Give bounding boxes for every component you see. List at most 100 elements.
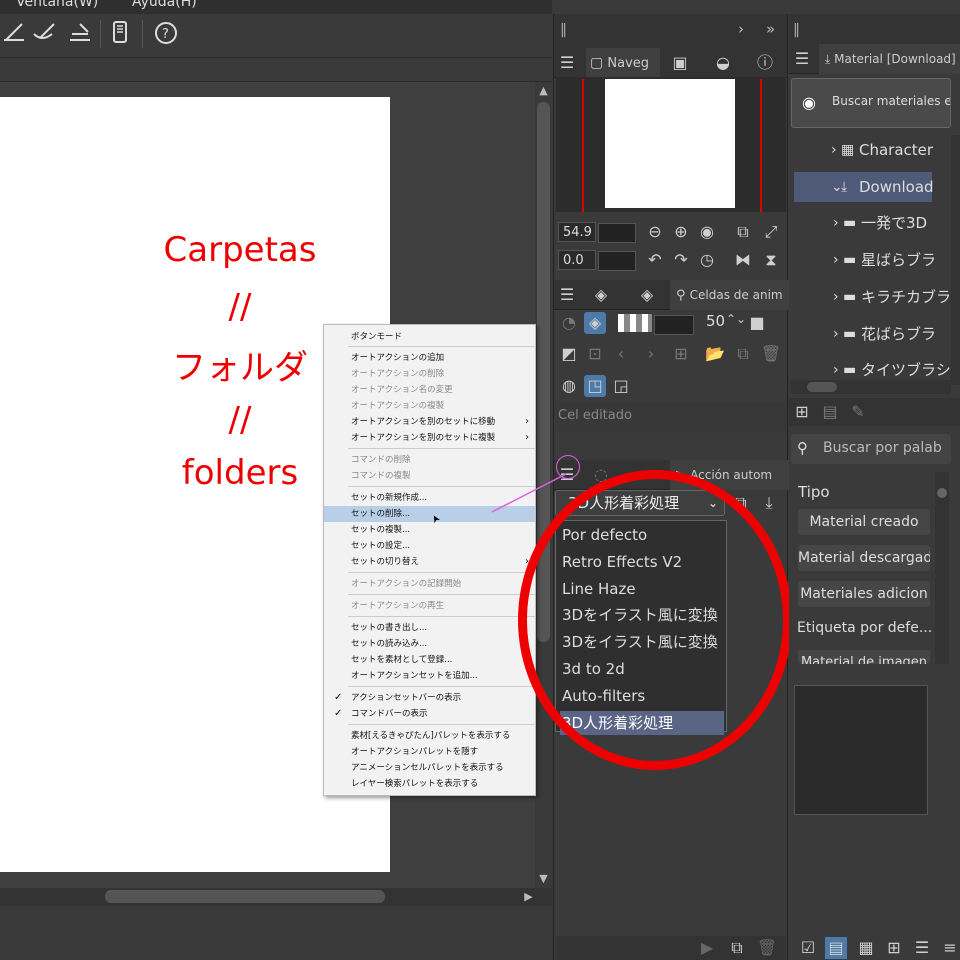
- stop-icon[interactable]: ◉: [696, 221, 718, 243]
- chevron-right-icon[interactable]: ›: [738, 20, 744, 38]
- chevron-right-icon[interactable]: ›: [833, 245, 839, 275]
- device-icon[interactable]: [106, 20, 134, 48]
- context-menu-item[interactable]: 素材[えるきゃぴたん]パレットを表示する: [324, 728, 535, 744]
- list-view-icon[interactable]: ☰: [911, 937, 933, 959]
- context-menu-item[interactable]: アクションセットバーの表示 ✓: [324, 690, 535, 706]
- arrow-left-icon[interactable]: ‹: [610, 343, 632, 365]
- context-menu-item[interactable]: ボタンモード: [324, 329, 535, 345]
- chevron-right-icon[interactable]: ›: [833, 208, 839, 238]
- reference-icon[interactable]: ◩: [558, 343, 580, 365]
- reset-rotation-icon[interactable]: ◷: [696, 249, 718, 271]
- register-icon[interactable]: ◲: [610, 375, 632, 397]
- layer-tab-icon[interactable]: ◈: [590, 284, 612, 306]
- fit-icon[interactable]: ⧉: [732, 221, 754, 243]
- filter-scroll-thumb[interactable]: [937, 488, 947, 498]
- filter-scrollbar[interactable]: [935, 472, 949, 664]
- zoom-out-icon[interactable]: ⊖: [644, 221, 666, 243]
- new-folder-icon[interactable]: ⊞: [791, 401, 813, 423]
- context-menu-item[interactable]: オートアクションを別のセットに移動 ›: [324, 414, 535, 430]
- play-icon[interactable]: ▶: [696, 937, 718, 959]
- tab-cels[interactable]: ⚲ Celdas de anim: [670, 280, 793, 310]
- material-tree-item[interactable]: › ▬ 花ばらブラ: [791, 319, 951, 349]
- angle-field[interactable]: 0.0: [558, 250, 596, 270]
- onion-icon[interactable]: ◍: [558, 375, 580, 397]
- material-tree-item[interactable]: › ▬ 星ばらブラ: [791, 245, 951, 275]
- tree-scrollbar[interactable]: [951, 135, 960, 385]
- menu-ayuda[interactable]: Ayuda(H): [132, 0, 197, 10]
- new-cel-icon[interactable]: ⊞: [670, 343, 692, 365]
- material-type-button[interactable]: Material descargad: [798, 545, 930, 571]
- detail-view-icon[interactable]: ▤: [825, 937, 847, 959]
- chevron-right-icon[interactable]: ›: [833, 319, 839, 349]
- context-menu-item[interactable]: オートアクションの記録開始: [324, 576, 535, 592]
- grip-icon[interactable]: ‖: [793, 22, 800, 38]
- context-menu-item[interactable]: オートアクションの削除: [324, 366, 535, 382]
- folder-open-icon[interactable]: 📂: [704, 343, 726, 365]
- material-tree-item[interactable]: › ▬ 一発で3D: [791, 208, 951, 238]
- material-search-input[interactable]: ⚲ Buscar por palab: [791, 434, 951, 464]
- download-set-icon[interactable]: ⤓: [758, 492, 780, 514]
- timer-icon[interactable]: ◔: [558, 312, 580, 334]
- menu-icon[interactable]: ☰: [556, 284, 578, 306]
- flip-horizontal-icon[interactable]: ⧓: [732, 249, 754, 271]
- opacity-stepper-icon[interactable]: ⌃⌄: [726, 312, 746, 326]
- scroll-right-icon[interactable]: ▶: [522, 890, 535, 903]
- material-type-button[interactable]: Materiales adicion: [798, 581, 930, 607]
- tab-material[interactable]: ⤓ Material [Download]: [819, 44, 960, 74]
- copy-cel-icon[interactable]: ⧉: [732, 343, 754, 365]
- context-menu-item[interactable]: セットの複製...: [324, 522, 535, 538]
- chevron-right-icon[interactable]: ›: [831, 135, 837, 165]
- color-square-icon[interactable]: ■: [746, 312, 768, 334]
- light-table-icon[interactable]: ◳: [584, 375, 606, 397]
- layer-stack-icon[interactable]: ◈: [584, 312, 606, 334]
- opacity-slider[interactable]: [654, 315, 694, 335]
- context-menu-item[interactable]: セットの設定...: [324, 538, 535, 554]
- ruler-icon[interactable]: [0, 20, 28, 48]
- material-type-button[interactable]: Material creado: [798, 509, 930, 535]
- layer-property-icon[interactable]: ◒: [712, 52, 734, 74]
- rotate-left-icon[interactable]: ↶: [644, 249, 666, 271]
- context-menu-item[interactable]: アニメーションセルパレットを表示する: [324, 760, 535, 776]
- menu-icon[interactable]: ☰: [556, 52, 578, 74]
- scroll-down-icon[interactable]: ▼: [537, 872, 550, 885]
- scroll-up-icon[interactable]: ▲: [537, 84, 550, 97]
- material-tree-item[interactable]: › ▦ Character: [791, 135, 951, 165]
- rotate-right-icon[interactable]: ↷: [670, 249, 692, 271]
- chevron-right-icon[interactable]: ›: [833, 282, 839, 312]
- sort-icon[interactable]: ≡: [939, 937, 960, 959]
- zoom-field[interactable]: 54.9: [558, 222, 596, 242]
- material-tree-item[interactable]: › ▬ キラチカブラ: [791, 282, 951, 312]
- perspective-ruler-icon[interactable]: [30, 20, 58, 48]
- new-action-icon[interactable]: ⧉: [726, 937, 748, 959]
- double-chevron-right-icon[interactable]: »: [766, 20, 775, 38]
- context-menu-item[interactable]: セットの切り替え ›: [324, 554, 535, 570]
- lock-icon[interactable]: ⊡: [584, 343, 606, 365]
- tree-hscrollbar[interactable]: [791, 380, 951, 394]
- folder-settings-icon[interactable]: ▤: [819, 401, 841, 423]
- grid-small-icon[interactable]: ⊞: [883, 937, 905, 959]
- material-tree-item[interactable]: ⌄ ⤓ Download: [794, 171, 934, 202]
- context-menu-item[interactable]: オートアクションを別のセットに複製 ›: [324, 430, 535, 446]
- context-menu-item[interactable]: オートアクションの再生: [324, 598, 535, 614]
- tag-button-partial[interactable]: Material de imagen: [798, 650, 930, 664]
- sub-view-icon[interactable]: ▣: [669, 52, 691, 74]
- delete-cel-icon[interactable]: 🗑: [760, 343, 782, 365]
- grid-large-icon[interactable]: ▦: [855, 937, 877, 959]
- zoom-in-icon[interactable]: ⊕: [670, 221, 692, 243]
- context-menu-item[interactable]: オートアクションパレットを隠す: [324, 744, 535, 760]
- menu-icon[interactable]: ☰: [791, 48, 813, 70]
- help-icon[interactable]: ?: [152, 20, 180, 48]
- context-menu-item[interactable]: オートアクションの複製: [324, 398, 535, 414]
- context-menu-item[interactable]: セットを素材として登録...: [324, 652, 535, 668]
- tab-navigator[interactable]: ▢ Naveg: [586, 48, 660, 78]
- search-assets-button[interactable]: ◉ Buscar materiales en A: [791, 78, 951, 128]
- tree-hscroll-thumb[interactable]: [807, 382, 837, 392]
- context-menu-item[interactable]: コマンドバーの表示 ✓: [324, 706, 535, 722]
- context-menu-item[interactable]: セットの書き出し...: [324, 620, 535, 636]
- context-menu-item[interactable]: レイヤー検索パレットを表示する: [324, 776, 535, 792]
- info-icon[interactable]: ⓘ: [754, 52, 776, 74]
- grip-icon[interactable]: ‖: [560, 22, 567, 38]
- arrow-right-icon[interactable]: ›: [640, 343, 662, 365]
- context-menu-item[interactable]: オートアクションセットを追加...: [324, 668, 535, 684]
- context-menu-item[interactable]: セットの読み込み...: [324, 636, 535, 652]
